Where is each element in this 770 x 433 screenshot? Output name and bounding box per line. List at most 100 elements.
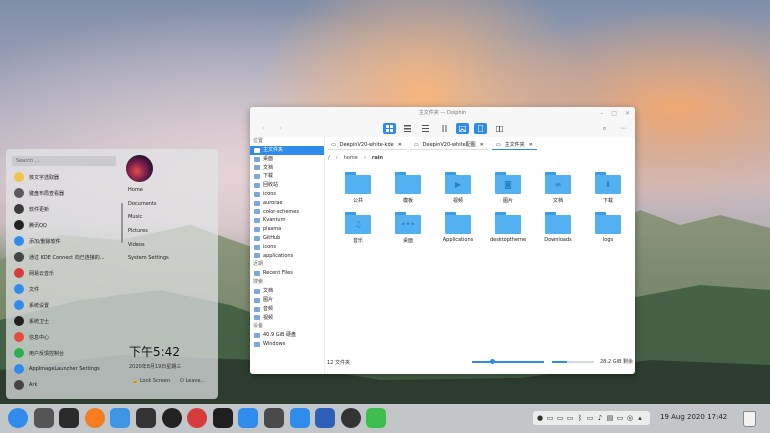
sidebar-item[interactable]: 音频: [250, 305, 324, 314]
sidebar-item[interactable]: plasma: [250, 225, 324, 234]
zoom-slider[interactable]: [472, 359, 544, 364]
tab-1[interactable]: ▭ DeepinV20-white配图 ✕: [409, 140, 488, 150]
launcher-place-item[interactable]: Documents: [128, 201, 169, 215]
display-icon[interactable]: ▭: [556, 414, 564, 422]
folder-item[interactable]: ••• 桌面: [383, 212, 433, 244]
sidebar-item[interactable]: 视频: [250, 314, 324, 323]
chrome-icon[interactable]: [161, 408, 182, 428]
deepin-guard-icon[interactable]: [340, 408, 361, 428]
leave-button[interactable]: ⏻ Leave...: [180, 378, 205, 384]
folder-item[interactable]: 模板: [383, 172, 433, 204]
sidebar-item[interactable]: applications: [250, 252, 324, 261]
folder-item[interactable]: logs: [583, 212, 633, 244]
breadcrumb-item[interactable]: rain: [372, 155, 383, 161]
launcher-scrollbar[interactable]: [121, 203, 123, 243]
split-view-icon[interactable]: [493, 123, 506, 134]
firefox-icon[interactable]: [84, 408, 105, 428]
launcher-place-item[interactable]: Videos: [128, 242, 169, 256]
wps-writer-icon[interactable]: [315, 408, 336, 428]
folder-item[interactable]: ◙ 图片: [483, 172, 533, 204]
launcher-place-item[interactable]: System Settings: [128, 255, 169, 269]
menu-icon[interactable]: ⋯: [617, 123, 630, 134]
breadcrumb-item[interactable]: home: [344, 155, 358, 161]
launcher-app-item[interactable]: 键盘布局查看器: [12, 185, 116, 201]
devices-icon[interactable]: ▭: [586, 414, 594, 422]
launcher-search-input[interactable]: Search ...: [12, 156, 116, 166]
bookmark-icon[interactable]: [474, 123, 487, 134]
terminal-icon[interactable]: [59, 408, 80, 428]
maximize-icon[interactable]: □: [611, 107, 617, 120]
launcher-place-item[interactable]: Home: [128, 187, 169, 201]
sidebar-item[interactable]: 主文件夹: [250, 146, 324, 155]
tab-close-icon[interactable]: ✕: [529, 140, 533, 150]
user-avatar[interactable]: [126, 155, 153, 182]
tab-2[interactable]: ▭ 主文件夹 ✕: [491, 140, 537, 150]
battery-icon[interactable]: ▭: [616, 414, 624, 422]
search-icon[interactable]: ⌕: [598, 123, 611, 134]
dock-clock[interactable]: 19 Aug 2020 17:42: [660, 413, 727, 421]
file-manager-icon[interactable]: [110, 408, 131, 428]
launcher-app-item[interactable]: 信息中心: [12, 329, 116, 345]
sidebar-item[interactable]: 下载: [250, 172, 324, 181]
launcher-app-item[interactable]: 添加/删除软件: [12, 233, 116, 249]
launcher-place-item[interactable]: Music: [128, 214, 169, 228]
clipboard-icon[interactable]: ▭: [546, 414, 554, 422]
trash-icon[interactable]: [743, 411, 756, 427]
launcher-app-item[interactable]: 核文字选取器: [12, 169, 116, 185]
details-view-icon[interactable]: [419, 123, 432, 134]
sidebar-item[interactable]: 文档: [250, 164, 324, 173]
tab-close-icon[interactable]: ✕: [480, 140, 484, 150]
sidebar-item[interactable]: Recent Files: [250, 269, 324, 278]
forward-icon[interactable]: ›: [274, 123, 287, 134]
back-icon[interactable]: ‹: [257, 123, 270, 134]
tab-close-icon[interactable]: ✕: [398, 140, 402, 150]
close-icon[interactable]: ✕: [625, 107, 630, 120]
sidebar-item[interactable]: 文档: [250, 287, 324, 296]
bluetooth-icon[interactable]: ᛒ: [576, 414, 584, 422]
lock-screen-button[interactable]: 🔒 Lock Screen: [132, 378, 170, 384]
app-store-icon[interactable]: [289, 408, 310, 428]
zoom-slider-handle[interactable]: [490, 359, 496, 364]
sidebar-item[interactable]: icons: [250, 243, 324, 252]
folder-item[interactable]: desktoptheme: [483, 212, 533, 244]
calculator-icon[interactable]: [264, 408, 284, 428]
sidebar-item[interactable]: 40.9 GiB 硬盘: [250, 331, 324, 340]
notification-icon[interactable]: ●: [536, 414, 544, 422]
launcher-app-item[interactable]: 系统设置: [12, 297, 116, 313]
folder-item[interactable]: ⬇ 下载: [583, 172, 633, 204]
launcher-app-item[interactable]: Ark: [12, 377, 116, 393]
launcher-app-item[interactable]: 文件: [12, 281, 116, 297]
launcher-app-item[interactable]: 通过 KDE Connect 向已连接的...: [12, 249, 116, 265]
sidebar-item[interactable]: color-schemes: [250, 208, 324, 217]
launcher-app-item[interactable]: 用户反馈控制台: [12, 345, 116, 361]
launcher-app-item[interactable]: 系统卫士: [12, 313, 116, 329]
sidebar-item[interactable]: 回收站: [250, 181, 324, 190]
launcher-app-item[interactable]: 软件更新: [12, 201, 116, 217]
sidebar-item[interactable]: GitHub: [250, 234, 324, 243]
folder-item[interactable]: Downloads: [533, 212, 583, 244]
minimize-icon[interactable]: –: [600, 107, 603, 120]
folder-item[interactable]: 公共: [333, 172, 383, 204]
audio-icon[interactable]: ♪: [596, 414, 604, 422]
sidebar-item[interactable]: Kvantum: [250, 216, 324, 225]
inkscape-icon[interactable]: [136, 408, 156, 428]
github-icon[interactable]: [212, 408, 233, 428]
window-titlebar[interactable]: 主文件夹 — Dolphin – □ ✕: [250, 107, 635, 120]
preview-icon[interactable]: [456, 123, 469, 134]
sidebar-item[interactable]: icons: [250, 190, 324, 199]
breadcrumb-item[interactable]: /: [328, 155, 330, 161]
sidebar-item[interactable]: 桌面: [250, 155, 324, 164]
folder-item[interactable]: ♫ 音乐: [333, 212, 383, 244]
network-icon[interactable]: ▤: [606, 414, 614, 422]
updates-icon[interactable]: ▭: [566, 414, 574, 422]
tray-expand-icon[interactable]: ▴: [636, 414, 644, 422]
folder-item[interactable]: ≡ 文档: [533, 172, 583, 204]
folder-item[interactable]: ▶ 视频: [433, 172, 483, 204]
system-monitor-icon[interactable]: [33, 408, 54, 428]
wechat-icon[interactable]: [366, 408, 387, 428]
sidebar-item[interactable]: aurorae: [250, 199, 324, 208]
folder-item[interactable]: Applications: [433, 212, 483, 244]
icons-view-icon[interactable]: [383, 123, 396, 134]
launcher-app-item[interactable]: AppImageLauncher Settings: [12, 361, 116, 377]
compact-view-icon[interactable]: [401, 123, 414, 134]
